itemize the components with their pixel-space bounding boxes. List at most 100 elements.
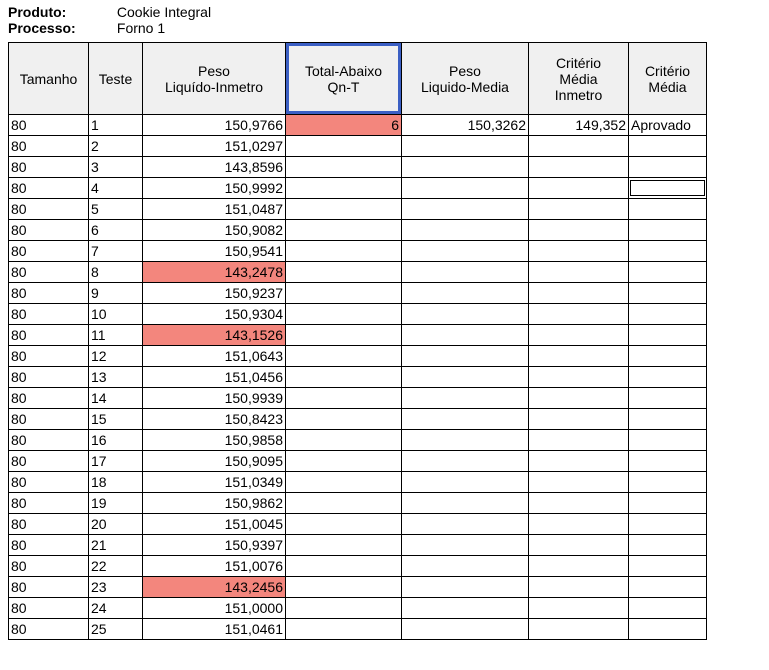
cell-crit-media — [629, 241, 707, 262]
cell-peso-liq-inmetro: 151,0045 — [143, 514, 286, 535]
table-row: 8021150,9397 — [9, 535, 707, 556]
table-row: 8015150,8423 — [9, 409, 707, 430]
cell-peso-liq-media — [402, 220, 529, 241]
cell-total-abaixo-qnt — [286, 325, 402, 346]
cell-teste: 24 — [89, 598, 143, 619]
cell-total-abaixo-qnt — [286, 514, 402, 535]
cell-peso-liq-media — [402, 451, 529, 472]
cell-tamanho: 80 — [9, 325, 89, 346]
cell-crit-media-inmetro — [529, 367, 629, 388]
cell-crit-media — [629, 220, 707, 241]
cell-peso-liq-inmetro: 151,0487 — [143, 199, 286, 220]
header-peso-liq-inmetro: PesoLiquído-Inmetro — [143, 43, 286, 115]
cell-crit-media — [629, 283, 707, 304]
cell-crit-media: Aprovado — [629, 115, 707, 136]
cell-crit-media — [629, 388, 707, 409]
cell-crit-media — [629, 304, 707, 325]
cell-crit-media — [629, 535, 707, 556]
cell-peso-liq-media — [402, 262, 529, 283]
cell-tamanho: 80 — [9, 409, 89, 430]
cell-tamanho: 80 — [9, 220, 89, 241]
table-row: 805151,0487 — [9, 199, 707, 220]
cell-total-abaixo-qnt — [286, 136, 402, 157]
cell-teste: 14 — [89, 388, 143, 409]
cell-teste: 8 — [89, 262, 143, 283]
table-row: 8018151,0349 — [9, 472, 707, 493]
cell-total-abaixo-qnt — [286, 199, 402, 220]
cell-tamanho: 80 — [9, 388, 89, 409]
table-row: 8023143,2456 — [9, 577, 707, 598]
cell-crit-media — [629, 199, 707, 220]
cell-total-abaixo-qnt — [286, 283, 402, 304]
cell-peso-liq-media — [402, 577, 529, 598]
cell-peso-liq-inmetro: 150,8423 — [143, 409, 286, 430]
cell-peso-liq-media — [402, 388, 529, 409]
cell-crit-media — [629, 472, 707, 493]
cell-tamanho: 80 — [9, 178, 89, 199]
cell-crit-media-inmetro — [529, 514, 629, 535]
table-row: 806150,9082 — [9, 220, 707, 241]
cell-peso-liq-media — [402, 325, 529, 346]
cell-peso-liq-media — [402, 493, 529, 514]
cell-total-abaixo-qnt — [286, 241, 402, 262]
cell-teste: 12 — [89, 346, 143, 367]
table-row: 8022151,0076 — [9, 556, 707, 577]
cell-peso-liq-media: 150,3262 — [402, 115, 529, 136]
cell-peso-liq-inmetro: 150,9082 — [143, 220, 286, 241]
data-table: Tamanho Teste PesoLiquído-Inmetro Total-… — [8, 42, 707, 640]
cell-peso-liq-media — [402, 283, 529, 304]
cell-peso-liq-inmetro: 150,9304 — [143, 304, 286, 325]
cell-crit-media — [629, 325, 707, 346]
cell-crit-media — [629, 577, 707, 598]
cell-crit-media — [629, 514, 707, 535]
cell-teste: 16 — [89, 430, 143, 451]
cell-peso-liq-inmetro: 150,9862 — [143, 493, 286, 514]
cell-teste: 18 — [89, 472, 143, 493]
cell-tamanho: 80 — [9, 304, 89, 325]
cell-total-abaixo-qnt — [286, 220, 402, 241]
cell-tamanho: 80 — [9, 136, 89, 157]
cell-teste: 10 — [89, 304, 143, 325]
cell-crit-media-inmetro — [529, 472, 629, 493]
cell-crit-media-inmetro — [529, 619, 629, 640]
cell-peso-liq-media — [402, 430, 529, 451]
cell-total-abaixo-qnt: 6 — [286, 115, 402, 136]
cell-peso-liq-inmetro: 150,9939 — [143, 388, 286, 409]
cell-teste: 23 — [89, 577, 143, 598]
header-tamanho: Tamanho — [9, 43, 89, 115]
cell-crit-media — [629, 598, 707, 619]
cell-peso-liq-inmetro: 151,0456 — [143, 367, 286, 388]
table-row: 8025151,0461 — [9, 619, 707, 640]
cell-total-abaixo-qnt — [286, 556, 402, 577]
cell-peso-liq-media — [402, 556, 529, 577]
header-total-abaixo-qnt[interactable]: Total-AbaixoQn-T — [286, 43, 402, 115]
cell-peso-liq-media — [402, 514, 529, 535]
cell-total-abaixo-qnt — [286, 619, 402, 640]
table-row: 801150,97666150,3262149,352Aprovado — [9, 115, 707, 136]
cell-crit-media-inmetro — [529, 346, 629, 367]
cell-total-abaixo-qnt — [286, 262, 402, 283]
cell-tamanho: 80 — [9, 619, 89, 640]
header-crit-media-inmetro: CritérioMédiaInmetro — [529, 43, 629, 115]
cell-tamanho: 80 — [9, 346, 89, 367]
cell-peso-liq-media — [402, 199, 529, 220]
table-row: 802151,0297 — [9, 136, 707, 157]
table-row: 8016150,9858 — [9, 430, 707, 451]
cell-crit-media-inmetro — [529, 157, 629, 178]
cell-teste: 22 — [89, 556, 143, 577]
cell-total-abaixo-qnt — [286, 346, 402, 367]
process-label: Processo: — [8, 20, 113, 36]
cell-peso-liq-media — [402, 619, 529, 640]
cell-peso-liq-inmetro: 150,9992 — [143, 178, 286, 199]
cell-teste: 2 — [89, 136, 143, 157]
cell-tamanho: 80 — [9, 514, 89, 535]
table-row: 8014150,9939 — [9, 388, 707, 409]
cell-crit-media-inmetro — [529, 220, 629, 241]
header-row: Tamanho Teste PesoLiquído-Inmetro Total-… — [9, 43, 707, 115]
cell-crit-media-inmetro — [529, 577, 629, 598]
cell-peso-liq-media — [402, 535, 529, 556]
cell-teste: 25 — [89, 619, 143, 640]
cell-tamanho: 80 — [9, 199, 89, 220]
cell-peso-liq-inmetro: 143,1526 — [143, 325, 286, 346]
cell-peso-liq-inmetro: 150,9397 — [143, 535, 286, 556]
